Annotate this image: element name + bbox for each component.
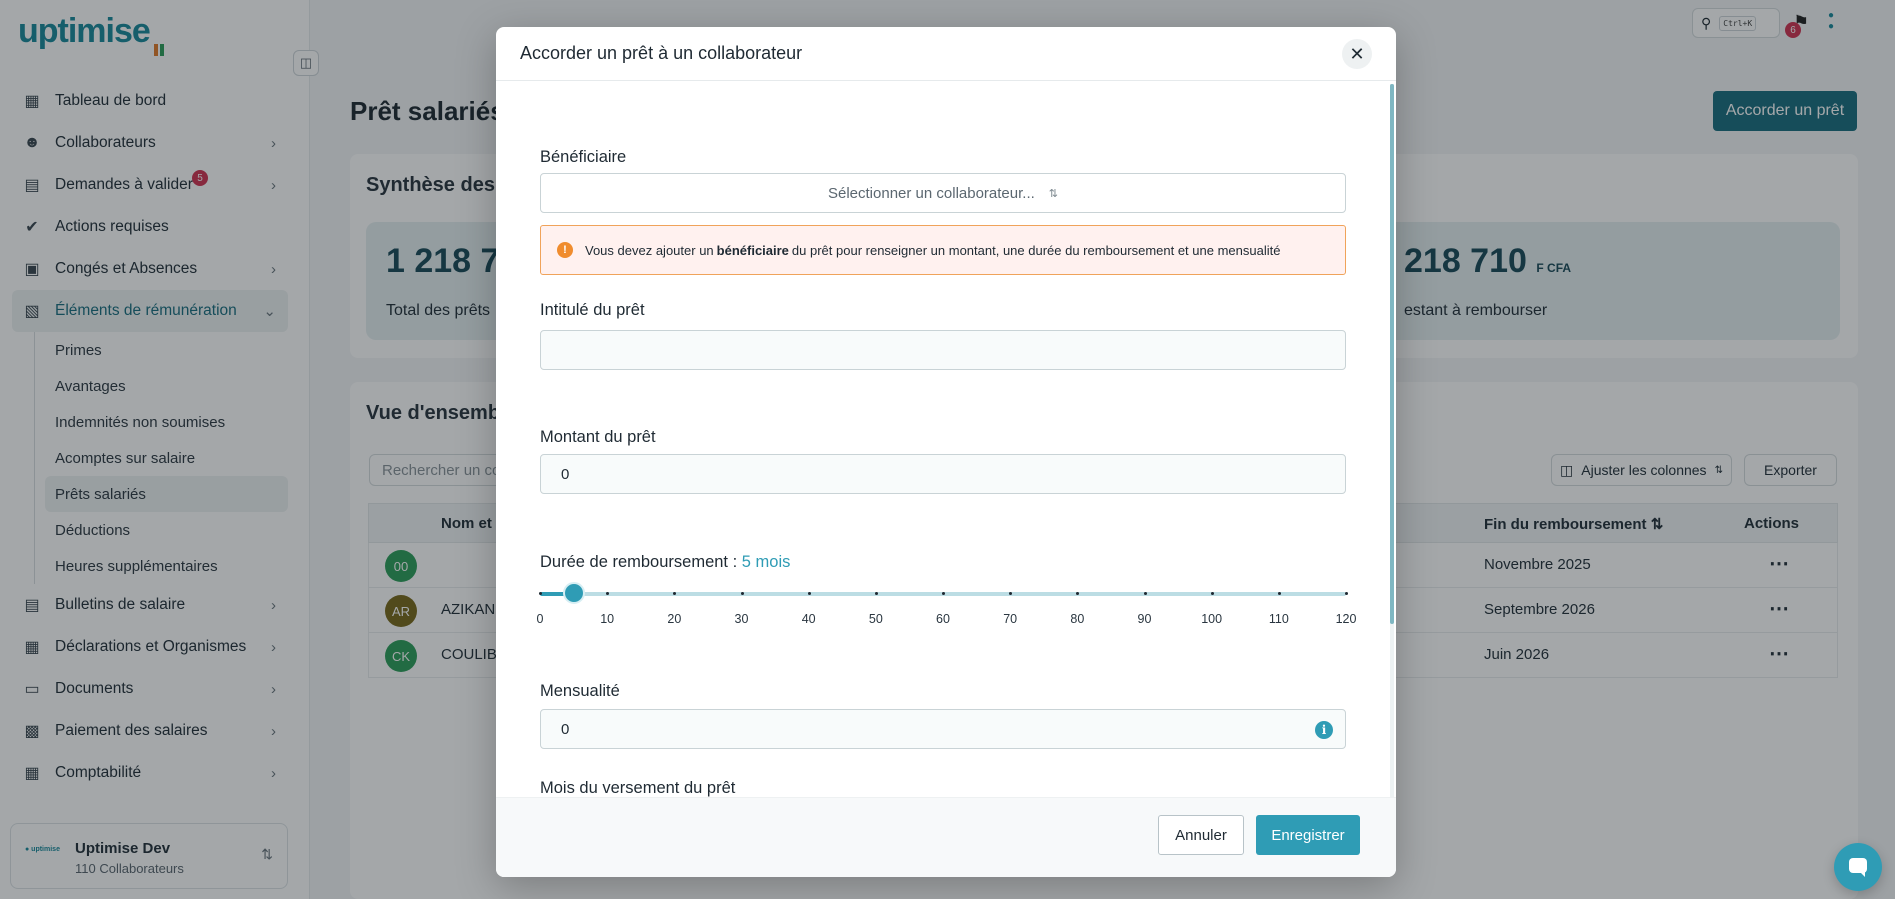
slider-tick-label: 10	[600, 612, 615, 626]
slider-tick-label: 20	[667, 612, 682, 626]
slider-tick-mark	[1210, 592, 1214, 595]
slider-tick-label: 0	[536, 612, 544, 626]
slider-tick-label: 80	[1070, 612, 1085, 626]
chevron-updown-icon: ⇅	[1048, 187, 1059, 200]
loan-title-label: Intitulé du prêt	[540, 301, 645, 319]
slider-tick-mark	[539, 592, 542, 595]
modal-header: Accorder un prêt à un collaborateur ✕	[496, 27, 1396, 81]
duration-value: 5 mois	[741, 553, 791, 571]
slider-tick-label: 30	[734, 612, 749, 626]
duration-slider-handle[interactable]	[562, 582, 585, 604]
slider-tick-mark	[807, 592, 811, 595]
slider-tick-mark	[740, 592, 744, 595]
beneficiary-label: Bénéficiaire	[540, 148, 627, 166]
slider-tick-label: 90	[1137, 612, 1152, 626]
grant-loan-modal: Accorder un prêt à un collaborateur ✕ Bé…	[496, 27, 1396, 877]
duration-label-text: Durée de remboursement :	[540, 553, 738, 571]
duration-label: Durée de remboursement : 5 mois	[540, 553, 790, 572]
alert-text-bold: bénéficiaire	[716, 242, 789, 258]
close-icon: ✕	[1349, 43, 1365, 64]
slider-tick-label: 110	[1268, 612, 1289, 626]
info-icon[interactable]: i	[1315, 721, 1333, 739]
slider-tick-mark	[1277, 592, 1281, 595]
modal-body: Bénéficiaire Sélectionner un collaborate…	[496, 82, 1396, 824]
loan-title-input[interactable]	[540, 330, 1346, 370]
slider-tick-label: 60	[936, 612, 950, 626]
monthly-input[interactable]: 0 i	[540, 709, 1346, 749]
beneficiary-required-alert: ! Vous devez ajouter un bénéficiaire du …	[540, 225, 1346, 275]
slider-tick-mark	[942, 592, 945, 595]
monthly-label: Mensualité	[540, 682, 620, 700]
save-button[interactable]: Enregistrer	[1256, 815, 1360, 855]
slider-tick-label: 100	[1201, 612, 1223, 626]
slider-tick-label: 120	[1335, 612, 1357, 626]
monthly-value: 0	[561, 720, 570, 738]
slider-tick-mark	[1143, 592, 1147, 595]
slider-tick-label: 70	[1003, 612, 1018, 626]
slider-tick-label: 40	[801, 612, 816, 626]
beneficiary-placeholder: Sélectionner un collaborateur...	[827, 184, 1035, 202]
alert-text-end: du prêt pour renseigner un montant, une …	[791, 242, 1281, 258]
slider-tick-mark	[874, 592, 878, 595]
modal-scrollbar-thumb[interactable]	[1390, 84, 1394, 624]
loan-amount-input[interactable]: 0	[540, 454, 1346, 494]
warning-icon: !	[557, 242, 573, 258]
disbursement-month-label: Mois du versement du prêt	[540, 779, 736, 797]
loan-amount-label: Montant du prêt	[540, 428, 656, 446]
close-modal-button[interactable]: ✕	[1342, 39, 1372, 69]
modal-footer: Annuler Enregistrer	[496, 797, 1396, 877]
modal-title: Accorder un prêt à un collaborateur	[520, 43, 803, 63]
alert-text-start: Vous devez ajouter un	[585, 242, 714, 258]
chat-support-button[interactable]	[1834, 843, 1882, 891]
beneficiary-select[interactable]: Sélectionner un collaborateur... ⇅	[540, 173, 1346, 213]
slider-tick-label: 50	[868, 612, 883, 626]
slider-tick-mark	[1345, 592, 1348, 595]
chat-icon	[1849, 858, 1867, 877]
cancel-button[interactable]: Annuler	[1158, 815, 1244, 855]
